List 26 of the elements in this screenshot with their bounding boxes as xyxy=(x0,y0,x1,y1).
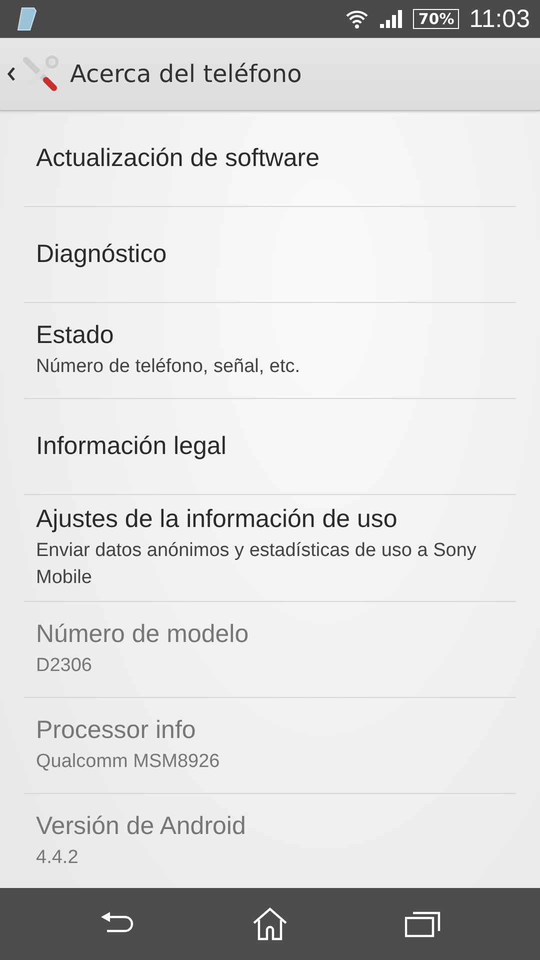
item-title: Versión de Android xyxy=(36,812,247,841)
chevron-left-icon xyxy=(6,66,16,82)
signal-icon xyxy=(379,9,404,29)
item-title: Ajustes de la información de uso xyxy=(36,505,398,534)
tools-icon xyxy=(20,54,60,94)
clock: 11:03 xyxy=(469,4,530,34)
item-summary: Qualcomm MSM8926 xyxy=(36,750,221,774)
item-title: Actualización de software xyxy=(36,144,320,173)
item-summary: Enviar datos anónimos y estadísticas de uso a Sony Mobile xyxy=(36,539,478,590)
wifi-icon xyxy=(345,9,370,29)
settings-item[interactable]: Diagnóstico xyxy=(24,207,516,303)
item-summary: D2306 xyxy=(36,654,93,678)
item-title: Información legal xyxy=(36,432,228,461)
settings-item[interactable]: Ajustes de la información de uso Enviar datos anónimos y estadísticas de uso a Sony Mobile xyxy=(24,495,516,602)
settings-item[interactable]: Estado Número de teléfono, señal, etc. xyxy=(24,303,516,399)
item-summary: 4.4.2 xyxy=(36,846,80,870)
settings-item[interactable]: Información legal xyxy=(24,399,516,495)
item-title: Número de modelo xyxy=(36,620,250,649)
item-title: Estado xyxy=(36,320,115,350)
item-summary: Número de teléfono, señal, etc. xyxy=(36,354,302,379)
settings-item[interactable]: Actualización de software xyxy=(24,111,516,207)
item-title: Diagnóstico xyxy=(36,240,168,269)
screen-title: Acerca del teléfono xyxy=(70,60,302,88)
sim-card-icon xyxy=(16,6,38,32)
item-title: Processor info xyxy=(36,716,197,745)
battery-level: 70% xyxy=(413,9,460,29)
